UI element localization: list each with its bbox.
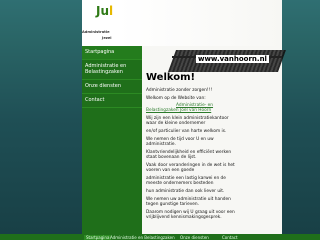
paragraph-line: hun administratie dan ook liever uit. bbox=[146, 189, 225, 194]
sidebar-item-onze-diensten[interactable]: Onze diensten bbox=[82, 80, 142, 94]
sidebar-item-administratie[interactable]: Administratie en Belastingzaken bbox=[82, 60, 142, 80]
footer-item-administratie[interactable]: Administratie en Belastingzaken bbox=[110, 235, 175, 240]
logo-mark-text-b: l bbox=[109, 4, 114, 18]
footer-item-contact[interactable]: Contact bbox=[222, 235, 238, 240]
paragraph-line: voeren van een goede bbox=[146, 168, 195, 173]
logo-mark-text-a: Ju bbox=[96, 4, 110, 18]
laptop-banner-image: www.vanhoorn.nl bbox=[167, 46, 287, 72]
paragraph-line: staat bovenaan de lijst. bbox=[146, 155, 197, 160]
intro-tagline: Administratie zonder zorgen!!! bbox=[146, 88, 213, 93]
banner-url-text: www.vanhoorn.nl bbox=[196, 55, 269, 63]
paragraph-line: administratie. bbox=[146, 142, 176, 147]
sidebar-item-contact[interactable]: Contact bbox=[82, 94, 142, 108]
welcome-line: Welkom op de Website van: bbox=[146, 96, 206, 101]
footer-item-onze-diensten[interactable]: Onze diensten bbox=[180, 235, 209, 240]
main-content: www.vanhoorn.nl Welkom! Administratie zo… bbox=[142, 46, 287, 236]
paragraph-line: meeste ondernemers besteden bbox=[146, 181, 214, 186]
paragraph-line: vrijblijvend kennismakingsgesprek. bbox=[146, 215, 222, 220]
logo-tagline-2: Jezel bbox=[102, 36, 112, 40]
site-frame: Jul Administratie Jezel Startpagina Admi… bbox=[82, 0, 287, 236]
page-background-right bbox=[282, 0, 320, 240]
company-link-line2[interactable]: Belastingzaken Joel van Hoorn bbox=[146, 108, 276, 113]
footer-nav: Startpagina Administratie en Belastingza… bbox=[0, 234, 320, 240]
paragraph-line: tegen gunstige tarieven. bbox=[146, 202, 200, 207]
site-logo[interactable]: Jul Administratie Jezel bbox=[82, 0, 118, 46]
logo-mark: Jul bbox=[96, 4, 113, 18]
paragraph-line: en/of particulier van harte welkom is. bbox=[146, 129, 227, 134]
page-title: Welkom! bbox=[146, 72, 196, 83]
site-header: Jul Administratie Jezel bbox=[82, 0, 282, 46]
paragraph-line: waar de kleine ondernemer bbox=[146, 121, 206, 126]
sidebar-item-startpagina[interactable]: Startpagina bbox=[82, 46, 142, 60]
header-band bbox=[118, 0, 282, 46]
footer-item-startpagina[interactable]: Startpagina bbox=[84, 235, 112, 240]
sidebar-nav: Startpagina Administratie en Belastingza… bbox=[82, 46, 142, 236]
logo-tagline-1: Administratie bbox=[82, 30, 110, 34]
